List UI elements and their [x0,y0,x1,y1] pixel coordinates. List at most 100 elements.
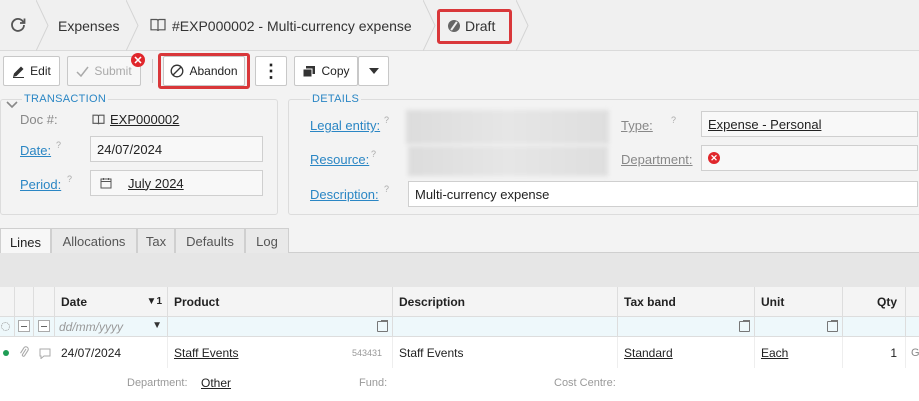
filter-qty[interactable] [843,317,906,337]
resource-field-redacted[interactable] [408,146,608,176]
filter-attach [15,317,34,337]
row-unit[interactable]: Each [755,337,843,368]
type-field[interactable]: Expense - Personal [701,111,918,137]
toolbar: Edit Submit ✕ Abandon ⋮ Copy [0,51,919,91]
breadcrumb-separator [125,0,140,52]
copy-icon [302,65,316,77]
filter-product[interactable] [168,317,393,337]
row-description[interactable]: Staff Events [393,337,618,368]
row-tax-band[interactable]: Standard [618,337,755,368]
filter-unit[interactable] [755,317,843,337]
help-icon: ? [671,115,677,125]
row-unit-link[interactable]: Each [761,346,788,360]
more-options-button[interactable]: ⋮ [255,56,287,86]
date-field[interactable]: 24/07/2024 [90,136,263,162]
pencil-icon [13,66,25,78]
book-icon [92,113,105,125]
grid-header-qty[interactable]: Qty [843,287,906,317]
comment-icon[interactable] [39,347,51,360]
draft-highlight [437,9,512,44]
details-section-title: DETAILS [310,93,362,105]
breadcrumb-document: #EXP000002 - Multi-currency expense [172,17,412,34]
row-qty-value: 1 [890,345,897,360]
breadcrumb-separator [422,0,437,52]
grid-header-status [0,287,15,317]
collapse-icon[interactable] [18,320,30,332]
period-field[interactable]: July 2024 [90,170,263,196]
date-filter-placeholder: dd/mm/yyyy [59,320,124,334]
grid-header-description[interactable]: Description [393,287,618,317]
filter-tax-band[interactable] [618,317,755,337]
row-product[interactable]: Staff Events 543431 [168,337,393,368]
row-product-code: 543431 [351,347,382,358]
tab-lines[interactable]: Lines [0,228,51,255]
copy-dropdown-button[interactable] [358,56,389,86]
edit-button[interactable]: Edit [3,56,60,86]
tab-tax[interactable]: Tax [137,228,175,254]
description-label[interactable]: Description: [310,187,379,202]
calendar-icon [100,178,112,189]
resource-label[interactable]: Resource: [310,152,369,167]
open-external-icon[interactable] [377,320,388,332]
copy-label: Copy [321,64,350,78]
breadcrumb-separator [35,0,50,52]
row-date[interactable]: 24/07/2024 [55,337,168,368]
open-external-icon[interactable] [827,320,838,332]
tab-allocations[interactable]: Allocations [51,228,137,254]
error-icon: ✕ [708,152,720,164]
check-icon [76,66,89,77]
row-overflow: G [911,346,919,359]
tab-defaults[interactable]: Defaults [175,228,245,254]
grid-toolbar [0,253,919,287]
detail-cost-centre-label: Cost Centre: [554,377,616,389]
row-qty[interactable]: 1 [843,337,906,368]
filter-date[interactable]: dd/mm/yyyy ▼ [55,317,168,337]
department-field[interactable]: ✕ [701,145,918,171]
grid-header-attach [15,287,34,317]
tab-log[interactable]: Log [245,228,289,254]
breadcrumb-separator [515,0,530,52]
legal-entity-label[interactable]: Legal entity: [310,118,380,133]
legal-entity-field-redacted[interactable] [406,110,609,144]
type-label: Type: [621,118,653,133]
filter-note [34,317,55,337]
paperclip-icon[interactable] [19,346,29,358]
department-label: Department: [621,152,693,167]
row-product-link[interactable]: Staff Events [174,346,238,360]
detail-department-value[interactable]: Other [201,376,231,390]
status-dot [3,350,9,356]
refresh-icon[interactable] [9,16,27,34]
chevron-down-icon[interactable]: ▼ [152,320,162,331]
doc-number-link[interactable]: EXP000002 [110,112,179,127]
tab-strip: Lines Allocations Tax Defaults Log [0,227,919,255]
toolbar-divider [152,59,153,83]
date-label[interactable]: Date: [20,143,51,158]
grid-header-product[interactable]: Product [168,287,393,317]
more-icon: ⋮ [262,61,280,81]
copy-button[interactable]: Copy [294,56,358,86]
sort-order: 1 [156,296,162,307]
period-label[interactable]: Period: [20,177,61,192]
collapse-transaction-icon[interactable] [6,97,18,109]
submit-button[interactable]: Submit [67,56,141,86]
type-label-text: Type: [621,118,653,133]
submit-label: Submit [94,64,132,78]
grid-header-overflow [906,287,919,317]
row-tax-band-link[interactable]: Standard [624,346,673,360]
period-value[interactable]: July 2024 [128,176,184,191]
table-row[interactable]: 24/07/2024 Staff Events 543431 Staff Eve… [0,337,919,368]
breadcrumb-expenses[interactable]: Expenses [58,0,119,51]
detail-department-label: Department: [127,377,188,389]
row-detail: Department: Other Fund: Cost Centre: [0,368,919,401]
chevron-down-icon [368,68,379,74]
grid-header-tax-band[interactable]: Tax band [618,287,755,317]
doc-number-label: Doc #: [20,112,58,127]
grid-header-qty-label: Qty [876,294,897,309]
collapse-icon[interactable] [38,320,50,332]
grid-header-unit[interactable]: Unit [755,287,843,317]
open-external-icon[interactable] [739,320,750,332]
lines-grid: Date ▼1 Product Description Tax band Uni… [0,253,919,401]
description-field[interactable]: Multi-currency expense [408,181,918,207]
filter-description[interactable] [393,317,618,337]
grid-header-date[interactable]: Date ▼1 [55,287,168,317]
